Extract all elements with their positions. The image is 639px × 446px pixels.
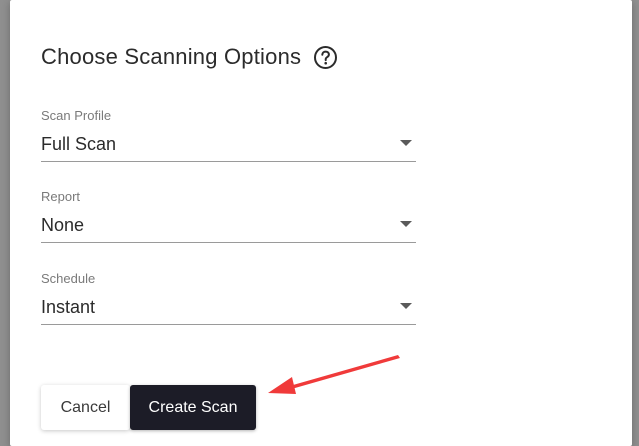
- report-label: Report: [41, 189, 81, 204]
- schedule-value: Instant: [41, 297, 96, 317]
- schedule-label: Schedule: [41, 271, 96, 286]
- dialog-title: Choose Scanning Options: [41, 44, 302, 69]
- dialog-actions: Cancel Create Scan: [41, 385, 256, 430]
- scan-options-dialog: Choose Scanning Options Scan Profile Ful…: [10, 0, 632, 446]
- report-field: Report None: [41, 189, 416, 243]
- schedule-field: Schedule Instant: [41, 271, 416, 325]
- cancel-button[interactable]: Cancel: [41, 385, 130, 430]
- scan-profile-field: Scan Profile Full Scan: [41, 108, 416, 162]
- report-select[interactable]: None: [41, 213, 416, 243]
- scan-profile-label: Scan Profile: [41, 108, 112, 123]
- scan-profile-select[interactable]: Full Scan: [41, 132, 416, 162]
- caret-down-icon: [400, 303, 412, 309]
- create-scan-button[interactable]: Create Scan: [130, 385, 256, 430]
- schedule-select[interactable]: Instant: [41, 295, 416, 325]
- caret-down-icon: [400, 221, 412, 227]
- dialog-header: Choose Scanning Options: [41, 44, 338, 70]
- scan-profile-value: Full Scan: [41, 134, 117, 154]
- caret-down-icon: [400, 140, 412, 146]
- annotation-arrow-icon: [268, 355, 400, 394]
- report-value: None: [41, 215, 85, 235]
- question-circle-icon[interactable]: [313, 45, 338, 70]
